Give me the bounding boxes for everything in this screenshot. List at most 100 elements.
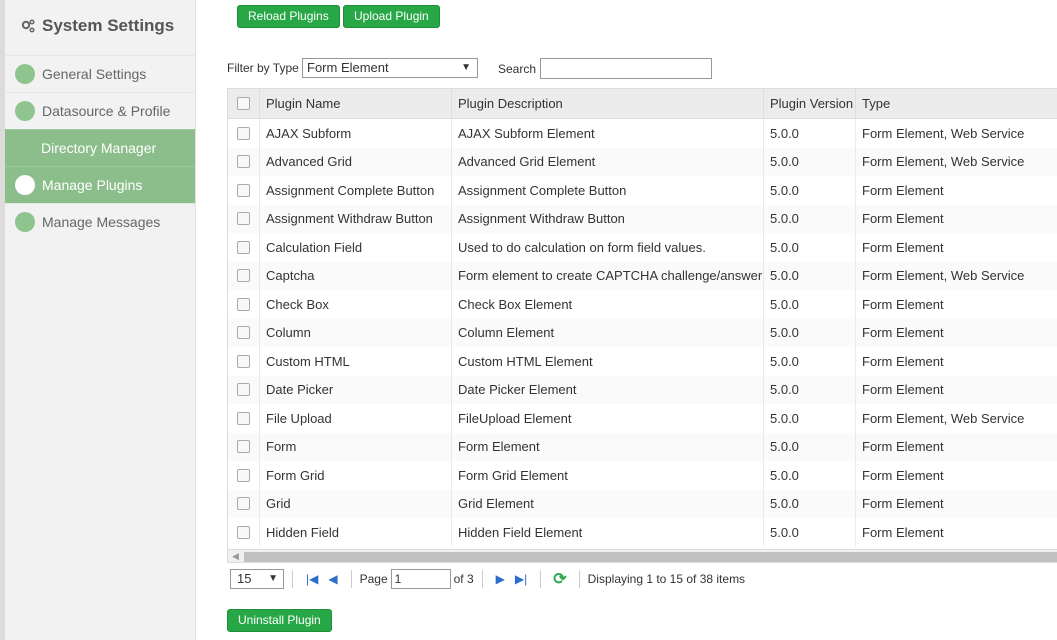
- table-row[interactable]: AJAX Subform AJAX Subform Element 5.0.0 For…: [228, 119, 1057, 148]
- sidebar-item-manage-messages[interactable]: Manage Messages: [5, 203, 195, 240]
- table-row[interactable]: Check Box Check Box Element 5.0.0 Form Elem…: [228, 290, 1057, 319]
- sidebar-item-general-settings[interactable]: General Settings: [5, 55, 195, 92]
- table-row[interactable]: Form Grid Form Grid Element 5.0.0 Form Elem…: [228, 461, 1057, 490]
- row-checkbox[interactable]: [237, 468, 250, 482]
- search-input[interactable]: [540, 58, 712, 79]
- table-row[interactable]: Calculation Field Used to do calculation …: [228, 233, 1057, 262]
- refresh-icon[interactable]: ⟳: [553, 569, 566, 589]
- cell-plugin-name: Advanced Grid: [260, 147, 452, 176]
- row-select-cell: [228, 518, 260, 547]
- display-summary: Displaying 1 to 15 of 38 items: [587, 572, 746, 586]
- cell-plugin-description: Used to do calculation on form field val…: [452, 233, 764, 262]
- first-page-icon[interactable]: |◀: [306, 572, 318, 586]
- page-number-input[interactable]: 1: [390, 569, 451, 589]
- filter-label: Filter by Type: [227, 61, 299, 75]
- header-select-all[interactable]: [228, 89, 260, 118]
- table-row[interactable]: Hidden Field Hidden Field Element 5.0.0 For…: [228, 518, 1057, 547]
- cell-type: Form Element: [862, 353, 944, 369]
- cell-plugin-version: 5.0.0: [764, 176, 856, 205]
- cell-type: Form Element: [862, 439, 944, 455]
- header-type[interactable]: Type: [856, 89, 1057, 118]
- scroll-left-icon[interactable]: ◀: [232, 551, 239, 562]
- cell-plugin-name: Calculation Field: [260, 233, 452, 262]
- checkbox-icon[interactable]: [237, 97, 250, 110]
- cell-plugin-name: Assignment Complete Button: [260, 176, 452, 205]
- uninstall-plugin-button[interactable]: Uninstall Plugin: [227, 609, 332, 632]
- page-size-select[interactable]: 15 ▼: [230, 569, 284, 589]
- row-checkbox[interactable]: [237, 240, 250, 254]
- row-checkbox[interactable]: [237, 155, 250, 169]
- reload-plugins-button[interactable]: Reload Plugins: [237, 5, 340, 28]
- sidebar-item-label: Directory Manager: [41, 140, 157, 156]
- table-row[interactable]: Column Column Element 5.0.0 Form Element: [228, 318, 1057, 347]
- row-checkbox[interactable]: [237, 183, 250, 197]
- next-page-icon[interactable]: ▶: [496, 572, 505, 586]
- bullet-icon: [15, 175, 35, 195]
- page-size-value: 15: [237, 571, 252, 586]
- caret-down-icon: ▼: [268, 573, 278, 584]
- table-row[interactable]: Custom HTML Custom HTML Element 5.0.0 Form …: [228, 347, 1057, 376]
- row-select-cell: [228, 119, 260, 148]
- row-select-cell: [228, 461, 260, 490]
- row-checkbox[interactable]: [237, 440, 250, 454]
- divider: [481, 570, 483, 588]
- cell-plugin-name: Column: [260, 318, 452, 347]
- cell-type: Form Element: [862, 496, 944, 512]
- table-row[interactable]: Assignment Complete Button Assignment Com…: [228, 176, 1057, 205]
- row-select-cell: [228, 147, 260, 176]
- sidebar-item-datasource-profile[interactable]: Datasource & Profile: [5, 92, 195, 129]
- filter-type-select[interactable]: Form Element ▼: [302, 58, 478, 78]
- row-checkbox[interactable]: [237, 497, 250, 511]
- row-checkbox[interactable]: [237, 212, 250, 226]
- row-checkbox[interactable]: [237, 297, 250, 311]
- cell-plugin-version: 5.0.0: [764, 233, 856, 262]
- sidebar-title: System Settings: [20, 16, 174, 36]
- row-select-cell: [228, 176, 260, 205]
- cell-plugin-description: Form Grid Element: [452, 461, 764, 490]
- row-select-cell: [228, 489, 260, 518]
- row-checkbox[interactable]: [237, 411, 250, 425]
- row-checkbox[interactable]: [237, 126, 250, 140]
- table-header: Plugin Name Plugin Description Plugin Ve…: [228, 89, 1057, 119]
- cell-plugin-description: Advanced Grid Element: [452, 147, 764, 176]
- table-row[interactable]: Advanced Grid Advanced Grid Element 5.0.0 F…: [228, 147, 1057, 176]
- cell-plugin-version: 5.0.0: [764, 404, 856, 433]
- last-page-icon[interactable]: ▶|: [515, 572, 527, 586]
- cell-plugin-version: 5.0.0: [764, 318, 856, 347]
- header-plugin-version[interactable]: Plugin Version: [764, 89, 856, 118]
- row-checkbox[interactable]: [237, 525, 250, 539]
- cell-type: Form Element, Web Service: [862, 410, 1025, 426]
- scrollbar-thumb[interactable]: [244, 552, 1057, 562]
- sidebar-item-manage-plugins[interactable]: Manage Plugins: [5, 166, 195, 203]
- table-row[interactable]: Assignment Withdraw Button Assignment Wit…: [228, 204, 1057, 233]
- cell-type: Form Element: [862, 467, 944, 483]
- table-row[interactable]: Grid Grid Element 5.0.0 Form Element: [228, 489, 1057, 518]
- table-row[interactable]: Captcha Form element to create CAPTCHA ch…: [228, 261, 1057, 290]
- cell-plugin-version: 5.0.0: [764, 432, 856, 461]
- page-of-label: of 3: [453, 572, 474, 586]
- cell-type: Form Element, Web Service: [862, 154, 1025, 170]
- table-row[interactable]: Form Form Element 5.0.0 Form Element: [228, 432, 1057, 461]
- header-plugin-description[interactable]: Plugin Description: [452, 89, 764, 118]
- cell-plugin-description: Column Element: [452, 318, 764, 347]
- cell-type: Form Element: [862, 325, 944, 341]
- row-checkbox[interactable]: [237, 383, 250, 397]
- row-checkbox[interactable]: [237, 269, 250, 283]
- cell-type: Form Element: [862, 182, 944, 198]
- cell-plugin-description: Check Box Element: [452, 290, 764, 319]
- table-row[interactable]: Date Picker Date Picker Element 5.0.0 Form …: [228, 375, 1057, 404]
- horizontal-scrollbar[interactable]: ◀: [228, 549, 1057, 562]
- row-checkbox[interactable]: [237, 354, 250, 368]
- cell-plugin-name: Check Box: [260, 290, 452, 319]
- header-plugin-name[interactable]: Plugin Name: [260, 89, 452, 118]
- upload-plugin-button[interactable]: Upload Plugin: [343, 5, 440, 28]
- cell-type: Form Element: [862, 296, 944, 312]
- row-select-cell: [228, 432, 260, 461]
- row-checkbox[interactable]: [237, 326, 250, 340]
- cell-plugin-description: Custom HTML Element: [452, 347, 764, 376]
- table-row[interactable]: File Upload FileUpload Element 5.0.0 Form E…: [228, 404, 1057, 433]
- prev-page-icon[interactable]: ◀: [328, 572, 337, 586]
- cell-plugin-description: FileUpload Element: [452, 404, 764, 433]
- cell-type: Form Element: [862, 239, 944, 255]
- sidebar-item-directory-manager[interactable]: Directory Manager: [5, 129, 195, 166]
